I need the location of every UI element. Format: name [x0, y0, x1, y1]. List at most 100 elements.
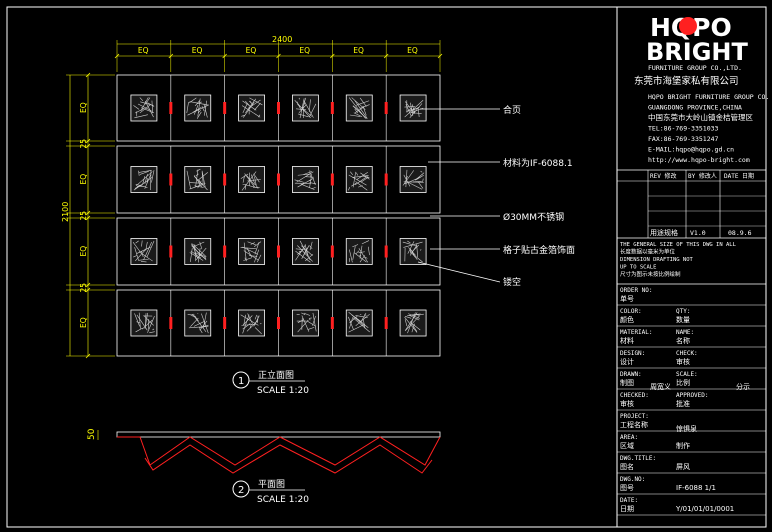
- lattice-panel: [292, 94, 319, 122]
- hinge: [330, 102, 334, 114]
- field-label-cn: 日期: [620, 505, 634, 513]
- lattice-panel: [292, 309, 319, 337]
- dim-col-label: EQ: [246, 46, 257, 55]
- field-value: 制作: [676, 441, 690, 450]
- hinge: [223, 245, 227, 258]
- lattice-panel: [399, 238, 427, 265]
- lattice-panel: [345, 94, 373, 122]
- field-label-cn: 制图: [620, 378, 634, 387]
- rev-row-date: 08.9.6: [728, 229, 752, 237]
- field-label-cn: 设计: [620, 357, 634, 366]
- dim-row-label: 25: [79, 211, 88, 221]
- view-scale-2: SCALE 1:20: [257, 495, 309, 505]
- annotation-hinge-text: 合页: [503, 104, 521, 116]
- address-line: FAX:86-769-3351247: [648, 135, 719, 143]
- field-label: DWG.NO:: [620, 476, 645, 483]
- rev-header-2: BY 修改人: [688, 172, 717, 180]
- hinge: [223, 317, 227, 329]
- lattice-panel: [130, 238, 158, 265]
- hinge: [277, 102, 280, 114]
- rev-header-1: REV 修改: [650, 172, 676, 180]
- field-label-cn: 材料: [620, 336, 634, 345]
- note-line: THE GENERAL SIZE OF THIS DWG IN ALL: [620, 242, 737, 248]
- dim-row-label: EQ: [79, 317, 88, 328]
- field-value: 批准: [676, 399, 690, 408]
- field-label: MATERIAL:: [620, 329, 653, 336]
- plan-depth-dim: 50: [87, 428, 97, 440]
- field-value: IF-6088 1/1: [676, 484, 716, 492]
- dim-row-label: EQ: [79, 102, 88, 113]
- lattice-panel: [184, 94, 212, 122]
- field-label-cn: 图名: [620, 462, 634, 471]
- field-label: ORDER NO:: [620, 287, 653, 294]
- hinge: [384, 317, 388, 329]
- field-value: Y/01/01/01/0001: [675, 505, 734, 513]
- view-number-2: 2: [238, 485, 244, 496]
- field-value: 审核: [676, 357, 690, 366]
- lattice-panel: [292, 238, 319, 265]
- dim-total-width: 2400: [272, 35, 292, 44]
- field-label-cn: 工程名称: [620, 420, 648, 429]
- lattice-panel: [399, 309, 427, 337]
- field-label: AREA:: [620, 434, 638, 441]
- view-number-1: 1: [238, 376, 244, 387]
- hinge: [223, 173, 227, 186]
- lattice-panel: [130, 309, 158, 337]
- logo-line2: BRIGHT: [646, 38, 748, 66]
- field-label: CHECKED:: [620, 392, 649, 399]
- lattice-panel: [399, 94, 427, 122]
- lattice-panel: [345, 309, 373, 337]
- lattice-panel: [399, 166, 427, 193]
- field-label: DESIGN:: [620, 350, 645, 357]
- annotation-steel-rod-text: Ø30MM不锈钢: [503, 211, 564, 223]
- field-label: APPROVED:: [676, 392, 709, 399]
- field-value: 数量: [676, 315, 690, 324]
- rev-row-version: V1.0: [690, 229, 706, 237]
- field-label-cn: 图号: [620, 484, 634, 492]
- field-value: 分示: [736, 382, 750, 391]
- lattice-panel: [184, 309, 212, 337]
- field-value: 屏风: [676, 463, 690, 471]
- hinge: [277, 173, 280, 186]
- hinge: [330, 173, 334, 186]
- field-label-cn: 审核: [620, 399, 634, 408]
- field-label: PROJECT:: [620, 413, 649, 420]
- hinge: [330, 245, 334, 258]
- field-label-cn: 单号: [620, 294, 634, 303]
- field-label: SCALE:: [676, 371, 698, 378]
- hinge: [169, 245, 173, 258]
- note-line: 尺寸为图示未按比例绘制: [620, 270, 681, 278]
- address-line: E-MAIL:hqpo@hqpo.gd.cn: [648, 146, 734, 154]
- dim-col-label: EQ: [192, 46, 203, 55]
- field-value: 比例: [676, 378, 690, 387]
- lattice-panel: [345, 238, 373, 265]
- address-line: TEL:86-769-3351033: [648, 125, 719, 133]
- logo-dot: [679, 17, 697, 35]
- hinge: [384, 173, 388, 186]
- lattice-panel: [238, 94, 265, 122]
- hinge: [277, 317, 280, 329]
- hinge: [277, 245, 280, 258]
- lattice-panel: [292, 166, 319, 193]
- lattice-panel: [238, 309, 265, 337]
- field-label: CHECK:: [676, 350, 698, 357]
- hinge: [169, 173, 173, 186]
- field-value: 惊惧泉: [676, 424, 697, 433]
- field-label: DATE:: [620, 497, 638, 504]
- lattice-panel: [345, 166, 373, 193]
- cad-drawing-canvas: 2400 EQ EQ EQ EQ EQ EQ 2100 EQ 25 EQ 25 EQ 25 EQ 合页 材料…: [0, 0, 772, 532]
- rev-row-label: 用途规格: [650, 228, 678, 237]
- company-name-cn: 东莞市海堡家私有限公司: [634, 75, 739, 87]
- annotation-gold-leaf-text: 格子贴古金箔饰面: [503, 244, 575, 256]
- address-line: GUANGDONG PROVINCE,CHINA: [648, 104, 742, 112]
- dim-row-label: EQ: [79, 174, 88, 185]
- dim-col-label: EQ: [353, 46, 364, 55]
- hinge: [223, 102, 227, 114]
- field-value: 周宽义: [650, 382, 671, 391]
- dim-row-label: 25: [79, 283, 88, 293]
- note-line: 长度数据以毫米为单位: [620, 248, 676, 256]
- hinge: [330, 317, 334, 329]
- view-scale-1: SCALE 1:20: [257, 386, 309, 396]
- hinge: [169, 102, 173, 114]
- field-label: DRAWN:: [620, 371, 642, 378]
